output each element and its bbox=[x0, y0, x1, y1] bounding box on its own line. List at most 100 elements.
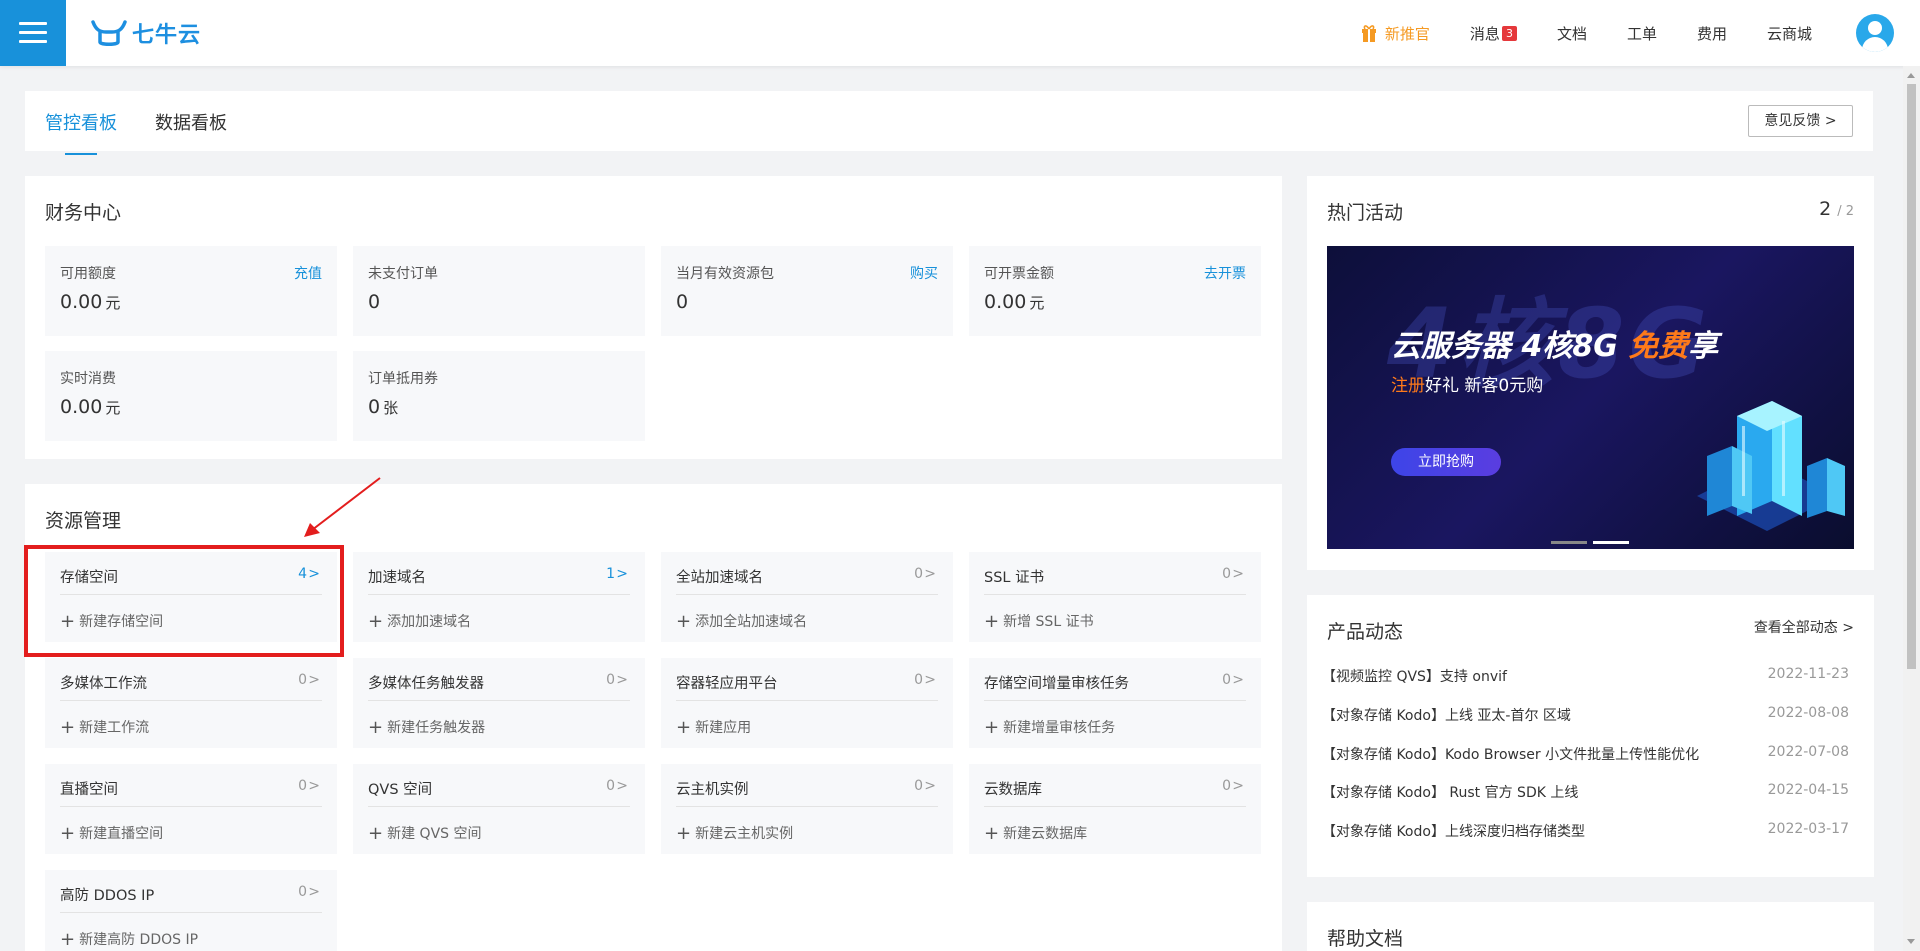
news-item[interactable]: 【对象存储 Kodo】Kodo Browser 小文件批量上传性能优化 2022-… bbox=[1322, 744, 1849, 764]
banner-pagination[interactable] bbox=[1551, 529, 1635, 548]
chevron-right-icon[interactable]: > bbox=[308, 672, 320, 688]
resource-create-action[interactable]: + 新建任务触发器 bbox=[368, 716, 485, 738]
view-all-news-link[interactable]: 查看全部动态 > bbox=[1754, 617, 1854, 637]
banner-dot-active[interactable] bbox=[1593, 541, 1629, 544]
banner-subtitle: 注册好礼 新客0元购 bbox=[1391, 376, 1544, 396]
finance-card-realtime-spend[interactable]: 实时消费 0.00 元 bbox=[45, 351, 337, 441]
resource-label[interactable]: 容器轻应用平台 bbox=[676, 672, 778, 693]
resource-label[interactable]: SSL 证书 bbox=[984, 566, 1044, 587]
nav-messages[interactable]: 消息 3 bbox=[1470, 23, 1517, 44]
card-label: 可用额度 bbox=[60, 266, 116, 282]
buy-now-button[interactable]: 立即抢购 bbox=[1391, 448, 1501, 476]
chevron-right-icon[interactable]: > bbox=[924, 672, 936, 688]
resource-card: 容器轻应用平台 0 > + 新建应用 bbox=[661, 658, 953, 748]
divider bbox=[676, 806, 938, 807]
hot-activities-panel: 热门活动 2 / 2 4核8G 云服务器 4核8G 免费享 注册好礼 新客0元购… bbox=[1307, 176, 1874, 570]
chevron-right-icon[interactable]: > bbox=[924, 566, 936, 582]
resource-label[interactable]: 多媒体任务触发器 bbox=[368, 672, 484, 693]
resource-label[interactable]: 全站加速域名 bbox=[676, 566, 763, 587]
card-value: 0.00 元 bbox=[984, 291, 1045, 313]
chevron-right-icon[interactable]: > bbox=[1232, 566, 1244, 582]
resource-label[interactable]: 存储空间增量审核任务 bbox=[984, 672, 1129, 693]
resource-card: 云数据库 0 > + 新建云数据库 bbox=[969, 764, 1261, 854]
divider bbox=[676, 594, 938, 595]
scroll-down-arrow[interactable] bbox=[1907, 939, 1915, 944]
news-item[interactable]: 【对象存储 Kodo】上线 亚太-首尔 区域 2022-08-08 bbox=[1322, 705, 1849, 725]
resource-card: QVS 空间 0 > + 新建 QVS 空间 bbox=[353, 764, 645, 854]
resource-count: 0 bbox=[298, 778, 307, 794]
resource-count: 0 bbox=[298, 672, 307, 688]
nav-tickets[interactable]: 工单 bbox=[1627, 23, 1657, 44]
resource-label[interactable]: 加速域名 bbox=[368, 566, 426, 587]
chevron-right-icon[interactable]: > bbox=[924, 778, 936, 794]
resource-count: 0 bbox=[606, 672, 615, 688]
chevron-right-icon[interactable]: > bbox=[616, 566, 628, 582]
resource-create-action[interactable]: + 新建云主机实例 bbox=[676, 822, 793, 844]
news-item[interactable]: 【对象存储 Kodo】 Rust 官方 SDK 上线 2022-04-15 bbox=[1322, 782, 1849, 802]
resource-create-action[interactable]: + 新建工作流 bbox=[60, 716, 149, 738]
scroll-up-arrow[interactable] bbox=[1907, 73, 1915, 78]
resource-label[interactable]: 多媒体工作流 bbox=[60, 672, 147, 693]
feedback-button[interactable]: 意见反馈 > bbox=[1748, 105, 1853, 137]
chevron-right-icon[interactable]: > bbox=[1232, 672, 1244, 688]
server-illustration bbox=[1697, 401, 1845, 531]
news-text: 【对象存储 Kodo】上线 亚太-首尔 区域 bbox=[1322, 708, 1571, 724]
page-scrollbar[interactable] bbox=[1903, 66, 1920, 951]
tab-data-board[interactable]: 数据看板 bbox=[155, 109, 227, 135]
divider bbox=[984, 700, 1246, 701]
scrollbar-thumb[interactable] bbox=[1907, 84, 1916, 669]
resource-create-action[interactable]: + 新增 SSL 证书 bbox=[984, 610, 1094, 632]
resource-label[interactable]: 高防 DDOS IP bbox=[60, 884, 154, 905]
chevron-right-icon[interactable]: > bbox=[616, 672, 628, 688]
promo-label: 新推官 bbox=[1384, 24, 1430, 43]
hamburger-menu-button[interactable] bbox=[0, 0, 66, 66]
chevron-right-icon[interactable]: > bbox=[308, 778, 320, 794]
finance-card-unpaid-orders[interactable]: 未支付订单 0 bbox=[353, 246, 645, 336]
plus-icon: + bbox=[368, 823, 384, 844]
plus-icon: + bbox=[676, 717, 692, 738]
nav-docs[interactable]: 文档 bbox=[1557, 23, 1587, 44]
invoice-link[interactable]: 去开票 bbox=[1204, 263, 1246, 283]
chevron-right-icon[interactable]: > bbox=[308, 884, 320, 900]
resource-create-action[interactable]: + 新建云数据库 bbox=[984, 822, 1087, 844]
resource-create-action[interactable]: + 新建增量审核任务 bbox=[984, 716, 1115, 738]
promo-banner[interactable]: 4核8G 云服务器 4核8G 免费享 注册好礼 新客0元购 立即抢购 bbox=[1327, 246, 1854, 549]
nav-store[interactable]: 云商城 bbox=[1767, 23, 1812, 44]
banner-dot[interactable] bbox=[1551, 541, 1587, 544]
resource-label[interactable]: 直播空间 bbox=[60, 778, 118, 799]
card-label: 可开票金额 bbox=[984, 266, 1054, 282]
resource-card: 存储空间增量审核任务 0 > + 新建增量审核任务 bbox=[969, 658, 1261, 748]
plus-icon: + bbox=[676, 823, 692, 844]
news-item[interactable]: 【视频监控 QVS】支持 onvif 2022-11-23 bbox=[1322, 666, 1849, 686]
resource-create-action[interactable]: + 添加加速域名 bbox=[368, 610, 472, 632]
resource-card: 多媒体任务触发器 0 > + 新建任务触发器 bbox=[353, 658, 645, 748]
recharge-link[interactable]: 充值 bbox=[294, 263, 322, 283]
news-date: 2022-11-23 bbox=[1767, 666, 1849, 682]
resource-create-action[interactable]: + 新建 QVS 空间 bbox=[368, 822, 481, 844]
chevron-right-icon[interactable]: > bbox=[616, 778, 628, 794]
promo-link[interactable]: 新推官 bbox=[1361, 23, 1430, 44]
nav-billing[interactable]: 费用 bbox=[1697, 23, 1727, 44]
card-label: 当月有效资源包 bbox=[676, 266, 774, 282]
buy-link[interactable]: 购买 bbox=[910, 263, 938, 283]
finance-card-vouchers[interactable]: 订单抵用券 0张 bbox=[353, 351, 645, 441]
resource-label[interactable]: 云主机实例 bbox=[676, 778, 749, 799]
resource-action-label: 添加加速域名 bbox=[387, 614, 472, 630]
resource-create-action[interactable]: + 新建应用 bbox=[676, 716, 751, 738]
divider bbox=[60, 700, 322, 701]
user-avatar[interactable] bbox=[1856, 14, 1894, 52]
plus-icon: + bbox=[60, 717, 76, 738]
resource-label[interactable]: QVS 空间 bbox=[368, 778, 432, 799]
resource-create-action[interactable]: + 新建高防 DDOS IP bbox=[60, 928, 198, 950]
resource-create-action[interactable]: + 新建直播空间 bbox=[60, 822, 163, 844]
resource-create-action[interactable]: + 添加全站加速域名 bbox=[676, 610, 807, 632]
news-item[interactable]: 【对象存储 Kodo】上线深度归档存储类型 2022-03-17 bbox=[1322, 821, 1849, 841]
top-navigation-bar: 七牛云 新推官 消息 3 文档 工单 费用 云商城 bbox=[0, 0, 1920, 66]
plus-icon: + bbox=[984, 823, 1000, 844]
nav-messages-label: 消息 bbox=[1469, 24, 1500, 43]
tab-control-board[interactable]: 管控看板 bbox=[45, 109, 117, 155]
chevron-right-icon[interactable]: > bbox=[1232, 778, 1244, 794]
qiniu-logo[interactable]: 七牛云 bbox=[90, 18, 201, 48]
resources-title: 资源管理 bbox=[45, 510, 122, 532]
resource-label[interactable]: 云数据库 bbox=[984, 778, 1042, 799]
